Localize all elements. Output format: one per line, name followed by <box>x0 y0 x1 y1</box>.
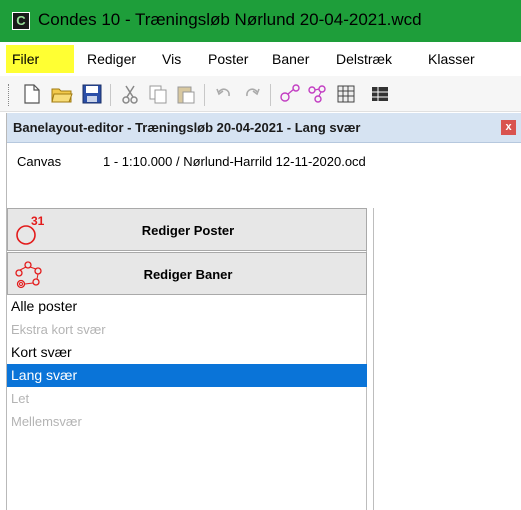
cut-icon[interactable] <box>118 82 142 106</box>
window-title: Condes 10 - Træningsløb Nørlund 20-04-20… <box>38 10 422 29</box>
menu-poster[interactable]: Poster <box>208 51 248 67</box>
open-folder-icon[interactable] <box>50 82 74 106</box>
table-icon[interactable] <box>368 82 392 106</box>
menu-vis[interactable]: Vis <box>162 51 181 67</box>
course-item-kort-svaer[interactable]: Kort svær <box>7 341 367 364</box>
course-item-alle-poster[interactable]: Alle poster <box>7 295 367 318</box>
save-icon[interactable] <box>80 82 104 106</box>
course-list: Alle poster Ekstra kort svær Kort svær L… <box>7 295 367 433</box>
layout-editor-title: Banelayout-editor - Træningsløb 20-04-20… <box>13 120 361 135</box>
course-item-lang-svaer[interactable]: Lang svær <box>7 364 367 387</box>
toolbar-separator <box>110 84 111 106</box>
undo-icon[interactable] <box>212 82 236 106</box>
course-item-mellemsvaer[interactable]: Mellemsvær <box>7 410 367 433</box>
menu-rediger[interactable]: Rediger <box>87 51 136 67</box>
canvas-label: Canvas <box>17 154 62 169</box>
controls-icon[interactable] <box>278 82 302 106</box>
toolbar-separator <box>270 84 271 106</box>
redo-icon[interactable] <box>240 82 264 106</box>
edit-controls-button[interactable]: 31 Rediger Poster <box>7 208 367 251</box>
edit-courses-label: Rediger Baner <box>143 267 233 282</box>
canvas-row: Canvas 1 - 1:10.000 / Nørlund-Harrild 12… <box>7 144 521 178</box>
toolbar <box>0 76 521 112</box>
course-item-let[interactable]: Let <box>7 387 367 410</box>
window-titlebar: C Condes 10 - Træningsløb Nørlund 20-04-… <box>0 0 521 42</box>
new-document-icon[interactable] <box>20 82 44 106</box>
layout-editor-window: Banelayout-editor - Træningsløb 20-04-20… <box>6 113 521 510</box>
menu-bar: Filer Rediger Vis Poster Baner Delstræk … <box>0 42 521 76</box>
edit-courses-button[interactable]: Rediger Baner <box>7 252 367 295</box>
map-canvas-area[interactable] <box>373 208 521 510</box>
menu-filer[interactable]: Filer <box>12 51 39 67</box>
layout-editor-titlebar: Banelayout-editor - Træningsløb 20-04-20… <box>7 113 521 143</box>
paste-icon[interactable] <box>174 82 198 106</box>
toolbar-separator <box>204 84 205 106</box>
menu-klasser[interactable]: Klasser <box>428 51 475 67</box>
canvas-selector[interactable]: 1 - 1:10.000 / Nørlund-Harrild 12-11-202… <box>103 154 366 169</box>
edit-controls-label: Rediger Poster <box>141 223 235 238</box>
close-icon[interactable]: x <box>501 120 516 135</box>
course-item-ekstra-kort-svaer[interactable]: Ekstra kort svær <box>7 318 367 341</box>
toolbar-grip[interactable] <box>8 84 11 106</box>
app-icon: C <box>12 12 30 30</box>
grid-icon[interactable] <box>334 82 358 106</box>
copy-icon[interactable] <box>146 82 170 106</box>
menu-baner[interactable]: Baner <box>272 51 309 67</box>
courses-icon[interactable] <box>306 82 330 106</box>
menu-delstraek[interactable]: Delstræk <box>336 51 392 67</box>
course-panel: 31 Rediger Poster Rediger Baner Alle pos… <box>7 208 367 510</box>
